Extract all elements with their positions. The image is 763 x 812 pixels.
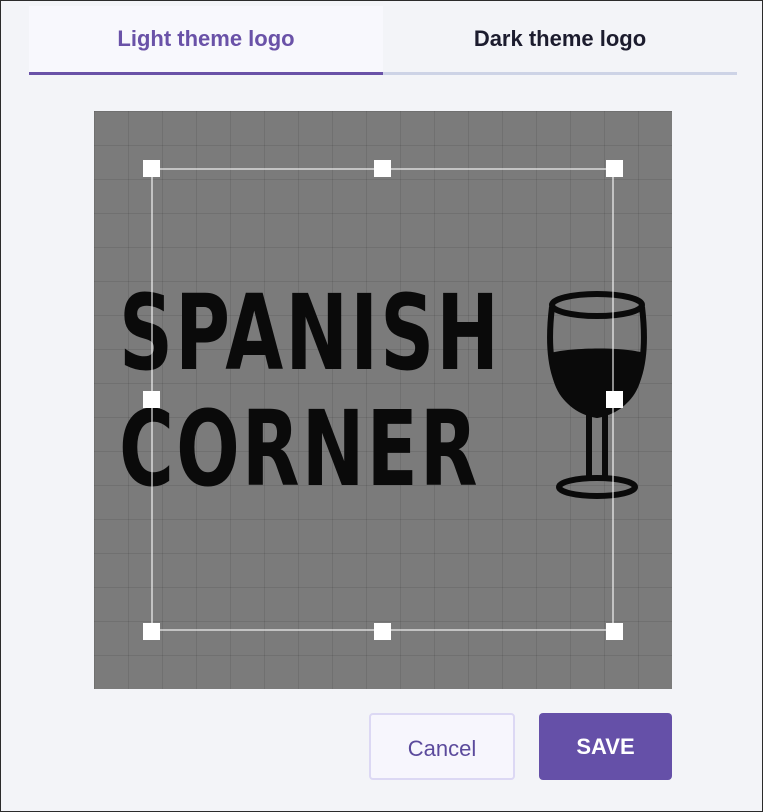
crop-handle-top-left[interactable] (143, 160, 160, 177)
logo-theme-tabs: Light theme logo Dark theme logo (29, 6, 737, 76)
logo-editor-dialog: Light theme logo Dark theme logo SPANISH… (0, 0, 763, 812)
crop-handle-left[interactable] (143, 391, 160, 408)
crop-handle-top-right[interactable] (606, 160, 623, 177)
crop-selection-box[interactable] (151, 168, 614, 631)
active-tab-indicator (29, 72, 383, 75)
crop-handle-bottom-right[interactable] (606, 623, 623, 640)
tab-light-theme-logo[interactable]: Light theme logo (29, 6, 383, 72)
cancel-button[interactable]: Cancel (369, 713, 515, 780)
save-button[interactable]: SAVE (539, 713, 672, 780)
tab-dark-theme-logo[interactable]: Dark theme logo (383, 6, 737, 72)
crop-handle-top[interactable] (374, 160, 391, 177)
crop-handle-right[interactable] (606, 391, 623, 408)
crop-handle-bottom-left[interactable] (143, 623, 160, 640)
crop-handle-bottom[interactable] (374, 623, 391, 640)
